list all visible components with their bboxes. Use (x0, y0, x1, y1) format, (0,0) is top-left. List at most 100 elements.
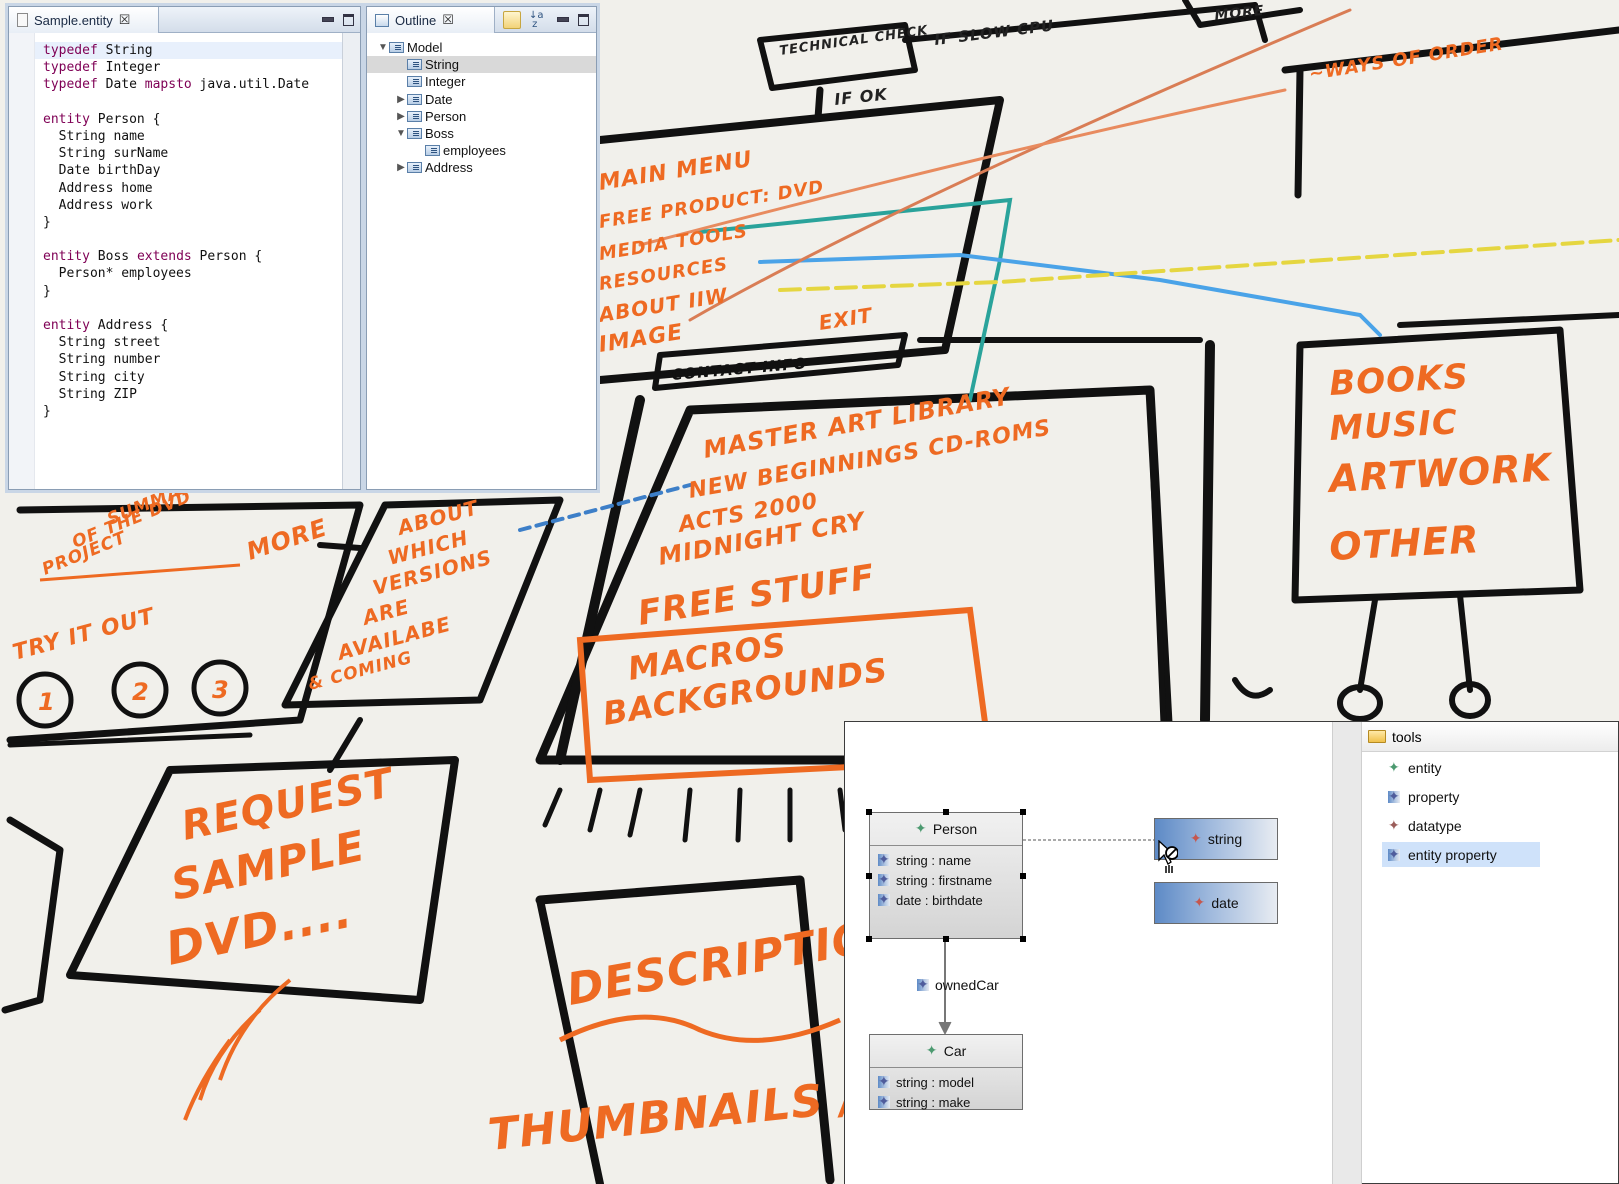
palette-divider[interactable] (1332, 722, 1362, 1184)
minimize-icon[interactable] (322, 14, 334, 25)
entity-icon (926, 1042, 938, 1058)
expand-icon[interactable]: ▶ (395, 94, 407, 105)
palette-tool-property[interactable]: property (1382, 784, 1540, 809)
code-token: String surName (43, 146, 169, 162)
selection-handle[interactable] (866, 936, 872, 942)
attribute-row[interactable]: string : make (878, 1092, 1022, 1112)
selection-handle[interactable] (1020, 809, 1026, 815)
code-line: String surName (43, 145, 309, 162)
outline-tabbar: Outline ☒ ↓a z (367, 7, 596, 33)
code-line: typedef Integer (43, 59, 309, 76)
person-attributes: string : name string : firstname date : bi… (870, 846, 1022, 910)
palette-drawer-tools[interactable]: tools (1362, 722, 1618, 752)
outline-node-label: Address (425, 160, 473, 176)
palette-tool-label: datatype (1408, 817, 1462, 834)
close-icon[interactable]: ☒ (119, 12, 131, 28)
collapse-icon[interactable]: ▼ (395, 128, 407, 139)
element-icon (407, 59, 422, 71)
code-line: entity Address { (43, 317, 309, 334)
code-token: } (43, 403, 51, 419)
outline-view: Outline ☒ ↓a z ▼ Model String Integer ▶ Date ▶… (366, 6, 597, 490)
selection-handle[interactable] (866, 809, 872, 815)
code-line: String street (43, 334, 309, 351)
car-entity-node[interactable]: Car string : model string : make (869, 1034, 1023, 1110)
entity-icon (915, 820, 927, 836)
link-with-editor-icon[interactable] (503, 11, 521, 29)
palette-tool-entity[interactable]: entity (1382, 755, 1540, 780)
outline-node-address[interactable]: ▶ Address (367, 159, 596, 176)
maximize-icon[interactable] (342, 14, 354, 25)
code-keyword: mapsto (144, 77, 192, 93)
code-keyword: entity (43, 249, 90, 265)
minimize-icon[interactable] (557, 14, 569, 25)
not-allowed-cursor-icon (1158, 840, 1178, 873)
code-token: String number (43, 352, 161, 368)
vertical-scrollbar[interactable] (342, 33, 360, 489)
date-datatype-node[interactable]: date (1154, 882, 1278, 924)
selection-handle[interactable] (943, 936, 949, 942)
outline-icon (375, 13, 389, 27)
element-icon (407, 93, 422, 105)
outline-node-label: String (425, 57, 459, 73)
entity-property-icon (917, 976, 929, 992)
wb-category-1: MUSIC (1328, 402, 1458, 449)
tab-sample-entity[interactable]: Sample.entity ☒ (9, 7, 159, 33)
outline-node-label: Date (425, 91, 453, 107)
file-icon (17, 13, 28, 27)
property-icon (1388, 788, 1400, 804)
attribute-row[interactable]: string : firstname (878, 870, 1022, 890)
person-entity-node[interactable]: Person string : name string : firstname da… (869, 812, 1023, 939)
owned-car-label[interactable]: ownedCar (917, 976, 999, 993)
maximize-icon[interactable] (577, 14, 589, 25)
connections-layer (938, 839, 1155, 1036)
code-keyword: typedef (43, 43, 98, 58)
outline-node-label: Model (407, 40, 443, 56)
element-icon (407, 110, 422, 122)
palette-tool-label: entity property (1408, 846, 1497, 863)
code-line: } (43, 283, 309, 300)
selection-handle[interactable] (1020, 873, 1026, 879)
selection-handle[interactable] (943, 809, 949, 815)
palette-tool-entity-property[interactable]: entity property (1382, 842, 1540, 867)
outline-node-employees[interactable]: employees (367, 142, 596, 159)
outline-node-boss[interactable]: ▼ Boss (367, 125, 596, 142)
selection-handle[interactable] (866, 873, 872, 879)
attribute-row[interactable]: date : birthdate (878, 890, 1022, 910)
attribute-label: string : make (896, 1094, 971, 1110)
outline-node-person[interactable]: ▶ Person (367, 108, 596, 125)
code-line: Address home (43, 180, 309, 197)
code-line: typedef Date mapsto java.util.Date (43, 76, 309, 93)
code-line: Address work (43, 197, 309, 214)
code-line: String city (43, 369, 309, 386)
tab-outline[interactable]: Outline ☒ (367, 7, 495, 33)
expand-icon[interactable]: ▶ (395, 162, 407, 173)
attribute-row[interactable]: string : model (878, 1072, 1022, 1092)
palette-tool-datatype[interactable]: datatype (1382, 813, 1540, 838)
line-ruler (9, 33, 35, 489)
outline-node-integer[interactable]: Integer (367, 73, 596, 90)
sort-az-icon[interactable]: ↓a z (529, 11, 544, 30)
close-icon[interactable]: ☒ (442, 12, 454, 28)
diagram-canvas[interactable]: Person string : name string : firstname da… (845, 722, 1332, 1184)
outline-node-model[interactable]: ▼ Model (367, 39, 596, 56)
code-token: String street (43, 335, 161, 351)
element-icon (389, 42, 404, 54)
code-token: Address { (89, 318, 169, 333)
element-icon (407, 76, 422, 88)
wb-step-2: 2 (132, 678, 150, 706)
wb-step-3: 3 (212, 676, 230, 704)
outline-node-string[interactable]: String (367, 56, 596, 74)
code-token: String ZIP (43, 386, 137, 402)
diagram-editor: Person string : name string : firstname da… (844, 721, 1619, 1184)
expand-icon[interactable]: ▶ (395, 111, 407, 122)
outline-node-date[interactable]: ▶ Date (367, 91, 596, 108)
code-text[interactable]: typedef String typedef Integer typedef Dat… (43, 42, 309, 420)
code-token: Boss (89, 249, 137, 265)
attribute-row[interactable]: string : name (878, 850, 1022, 870)
code-line: Date birthDay (43, 162, 309, 179)
code-line: Person* employees (43, 265, 309, 282)
collapse-icon[interactable]: ▼ (377, 42, 389, 53)
selection-handle[interactable] (1020, 936, 1026, 942)
code-area[interactable]: typedef String typedef Integer typedef Dat… (9, 33, 344, 489)
code-token: String name (43, 128, 145, 144)
